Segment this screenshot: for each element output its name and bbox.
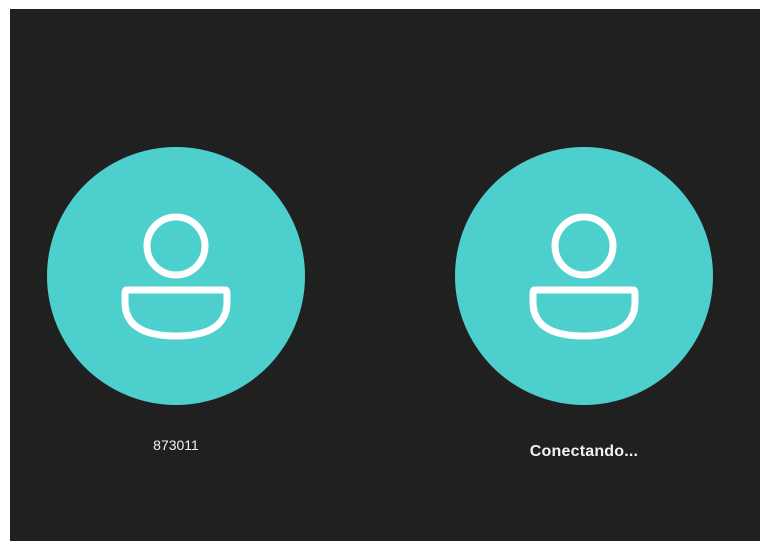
participant-tile-1: 873011 (47, 147, 305, 453)
person-icon (121, 213, 231, 340)
participant-tile-2: Conectando... (455, 147, 713, 461)
participant-name: 873011 (153, 437, 199, 453)
avatar (47, 147, 305, 405)
person-icon (529, 213, 639, 340)
call-stage: 873011 Conectando... (10, 9, 760, 541)
connection-status: Conectando... (529, 443, 639, 460)
avatar (455, 147, 713, 405)
